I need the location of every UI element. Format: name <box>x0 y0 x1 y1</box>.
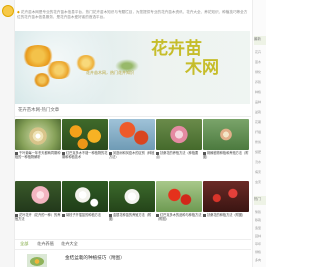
category-tabs: 全部 花卉养殖 花卉大全 <box>15 239 251 250</box>
article-caption[interactable]: 红巴克多木不错一种植物的花期和种植技术 <box>62 151 108 159</box>
sidebar-link[interactable]: 品种 <box>255 100 266 104</box>
banner-title-line1: 花卉苗 <box>151 39 202 59</box>
article-image[interactable] <box>109 181 155 212</box>
sidebar-link[interactable]: 繁殖 <box>255 210 266 214</box>
tag-icon <box>62 213 65 217</box>
article-card[interactable]: 金银花种苗的养殖方法（附图） <box>109 181 155 221</box>
sidebar-link[interactable]: 移栽 <box>255 218 266 222</box>
banner-title: 花卉苗 木网 <box>151 40 249 78</box>
section-title: 花卉苗木网-热门文章 <box>18 108 60 113</box>
tag-icon <box>203 213 206 217</box>
intro-text: 花卉苗木网是专业的花卉苗木信息平台，热门花卉苗木知识与专题栏目，为您提供专业的花… <box>17 10 248 19</box>
article-card[interactable]: 荆棘植物种植和养殖方法（附图） <box>203 119 249 159</box>
article-card[interactable]: 凤凰树和凤凰木的区别（种植方法） <box>109 119 155 159</box>
article-card[interactable]: 红巴克多木不错一种植物的花期和种植技术 <box>62 119 108 159</box>
article-list-item[interactable]: 金桔盆栽的种植技巧（附图） <box>15 252 251 267</box>
article-card[interactable]: 扶桑花的种植方法（附图） <box>203 181 249 217</box>
left-sidebar <box>0 0 15 267</box>
sidebar-link[interactable]: 园林 <box>255 234 266 238</box>
flower-logo-icon[interactable] <box>2 5 14 17</box>
article-image[interactable] <box>203 119 249 150</box>
sidebar-link[interactable]: 浇水 <box>255 160 266 164</box>
sidebar-link[interactable]: 虫害 <box>255 180 266 184</box>
sidebar-link[interactable]: 花卉 <box>255 50 266 54</box>
article-caption[interactable]: 金银花种苗的养殖方法（附图） <box>109 213 155 221</box>
carousel-dots <box>135 97 171 104</box>
intro-mark-icon: ◆ <box>17 10 20 14</box>
article-card[interactable]: 花叶花卉（花卉的一种）的养殖方法 <box>15 181 61 221</box>
main-content: ◆ 花卉苗木网是专业的花卉苗木信息平台，热门花卉苗木知识与专题栏目，为您提供专业… <box>14 0 252 267</box>
sidebar-heading-hot: 热门 <box>254 196 266 205</box>
article-caption[interactable]: 胡枝子扦插苗的种植方法 <box>62 213 108 217</box>
article-caption[interactable]: 扶桑花的养殖方法（种植要点） <box>156 151 202 159</box>
sidebar-link[interactable]: 苗木 <box>255 60 266 64</box>
sidebar-link[interactable]: 绿植 <box>255 250 266 254</box>
article-card[interactable]: 胡枝子扦插苗的种植方法 <box>62 181 108 217</box>
banner-subtitle: 花卉苗木网，热门花卉知识 <box>86 70 134 75</box>
article-image[interactable] <box>62 181 108 212</box>
sidebar-heading-latest: 最新 <box>254 36 266 45</box>
flower-cluster-image <box>75 55 97 71</box>
sidebar-link[interactable]: 养殖 <box>255 80 266 84</box>
sidebar-link[interactable]: 扦插 <box>255 130 266 134</box>
article-title-link[interactable]: 金桔盆栽的种植技巧（附图） <box>65 255 125 261</box>
sidebar-link[interactable]: 多肉 <box>255 258 266 262</box>
article-caption[interactable]: 扶桑花的种植方法（附图） <box>203 213 249 217</box>
article-image[interactable] <box>15 119 61 150</box>
article-image[interactable] <box>156 181 202 212</box>
tab-flower-care[interactable]: 花卉养殖 <box>37 241 54 247</box>
article-image[interactable] <box>15 181 61 212</box>
sidebar-link[interactable]: 种植 <box>255 90 266 94</box>
section-divider <box>15 116 251 117</box>
article-card[interactable]: 千叶菊每一年冬天都两同期种植的一种植物解析 <box>15 119 61 159</box>
article-card[interactable]: 红巴克多木的品种与种植方法（附图） <box>156 181 202 221</box>
sidebar-link[interactable]: 草坪 <box>255 242 266 246</box>
sidebar-link[interactable]: 造型 <box>255 226 266 230</box>
article-thumbnail[interactable] <box>27 254 47 267</box>
site-intro: ◆ 花卉苗木网是专业的花卉苗木信息平台，热门花卉苗木知识与专题栏目，为您提供专业… <box>17 10 249 28</box>
article-card[interactable]: 扶桑花的养殖方法（种植要点） <box>156 119 202 159</box>
article-caption[interactable]: 荆棘植物种植和养殖方法（附图） <box>203 151 249 159</box>
article-image[interactable] <box>62 119 108 150</box>
right-sidebar: 最新 热门 花卉苗木绿化养殖种植品种盆栽花期扦插修剪施肥浇水病害虫害繁殖移栽造型… <box>252 0 266 267</box>
sidebar-link[interactable]: 盆栽 <box>255 110 266 114</box>
article-caption[interactable]: 红巴克多木的品种与种植方法（附图） <box>156 213 202 221</box>
sidebar-link[interactable]: 花期 <box>255 120 266 124</box>
sidebar-link[interactable]: 病害 <box>255 170 266 174</box>
sidebar-link[interactable]: 施肥 <box>255 150 266 154</box>
banner-carousel[interactable]: 花卉苗木网，热门花卉知识 花卉苗 木网 <box>15 31 250 104</box>
flower-cluster-image <box>33 73 51 87</box>
banner-title-line2: 木网 <box>185 58 219 78</box>
sidebar-link[interactable]: 绿化 <box>255 70 266 74</box>
article-image[interactable] <box>109 119 155 150</box>
article-caption[interactable]: 花叶花卉（花卉的一种）的养殖方法 <box>15 213 61 221</box>
tab-flower-encyclopedia[interactable]: 花卉大全 <box>61 241 78 247</box>
sidebar-link[interactable]: 修剪 <box>255 140 266 144</box>
tab-all[interactable]: 全部 <box>20 241 28 247</box>
article-image[interactable] <box>156 119 202 150</box>
article-caption[interactable]: 千叶菊每一年冬天都两同期种植的一种植物解析 <box>15 151 61 159</box>
article-caption[interactable]: 凤凰树和凤凰木的区别（种植方法） <box>109 151 155 159</box>
article-image[interactable] <box>203 181 249 212</box>
